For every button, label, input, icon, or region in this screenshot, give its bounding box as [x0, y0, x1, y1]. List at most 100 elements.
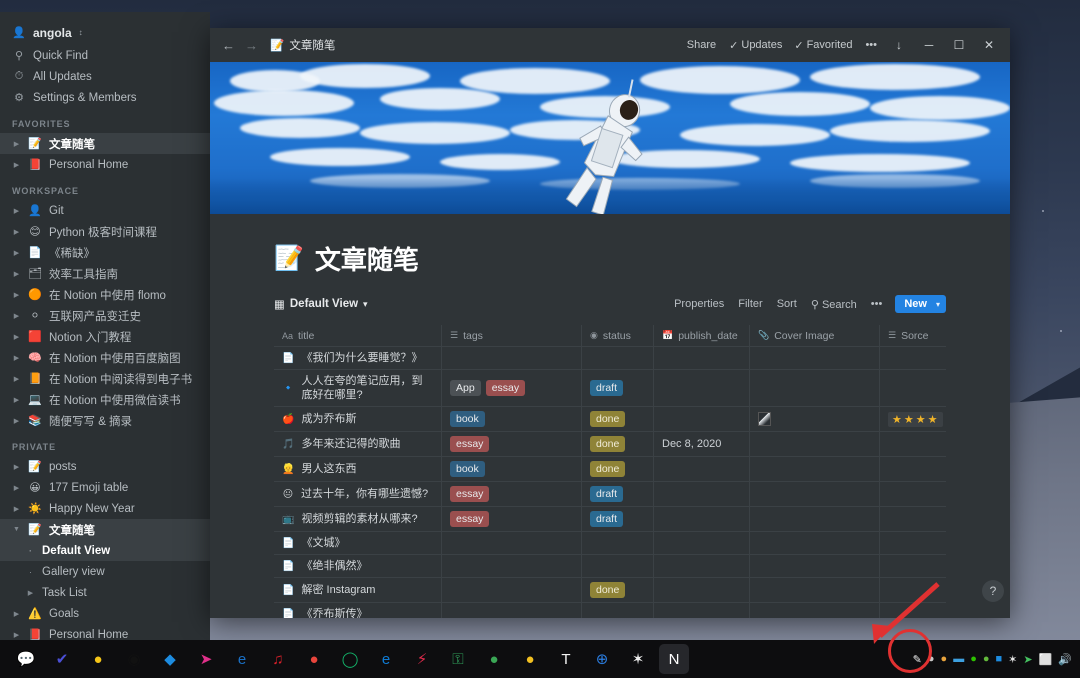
cell-tags[interactable]: book: [442, 407, 582, 431]
cell-sorce[interactable]: [880, 507, 1010, 531]
sidebar-item-private-7[interactable]: ▶ ⚠️ Goals: [0, 603, 210, 624]
table-row[interactable]: 📺 视频剪辑的素材从哪来? essay draft: [274, 507, 946, 532]
chevron-right-icon[interactable]: ▶: [12, 396, 21, 404]
tab-default-view[interactable]: ▦ Default View ▾: [274, 297, 368, 311]
column-header-cover-image[interactable]: 📎 Cover Image: [750, 325, 880, 346]
globe-icon[interactable]: ⊕: [587, 644, 617, 674]
table-row[interactable]: 📄 《乔布斯传》: [274, 603, 946, 618]
properties-button[interactable]: Properties: [667, 298, 731, 310]
cell-publish-date[interactable]: [654, 407, 750, 431]
sidebar-item-workspace-7[interactable]: ▶ 🧠 在 Notion 中使用百度脑图: [0, 347, 210, 368]
tray-blue-icon[interactable]: ■: [996, 653, 1003, 665]
cell-tags[interactable]: essay: [442, 432, 582, 456]
cell-status[interactable]: done: [582, 407, 654, 431]
table-row[interactable]: 😐 过去十年，你有哪些遗憾? essay draft: [274, 482, 946, 507]
cell-status[interactable]: [582, 555, 654, 577]
netease-music-icon[interactable]: ♫: [263, 644, 293, 674]
arrow-right-icon[interactable]: →: [245, 38, 258, 53]
cell-sorce[interactable]: [880, 347, 1010, 369]
column-header-status[interactable]: ◉ status: [582, 325, 654, 346]
chevron-right-icon[interactable]: ▶: [12, 291, 21, 299]
cell-sorce[interactable]: ★★★★: [880, 407, 1010, 431]
sidebar-item-private-2[interactable]: ▶ ☀️ Happy New Year: [0, 498, 210, 519]
table-row[interactable]: 🎵 多年来还记得的歌曲 essay done Dec 8, 2020: [274, 432, 946, 457]
cell-title[interactable]: 🍎 成为乔布斯: [274, 407, 442, 431]
cell-title[interactable]: 📺 视频剪辑的素材从哪来?: [274, 507, 442, 531]
tray-wechat-icon[interactable]: ●: [970, 653, 977, 665]
share-button[interactable]: Share: [680, 39, 723, 51]
wechat-icon[interactable]: 💬: [11, 644, 41, 674]
cell-publish-date[interactable]: [654, 507, 750, 531]
tray-vlc-icon[interactable]: ✶: [1008, 653, 1017, 666]
snipaste-tray-icon[interactable]: ✎: [913, 653, 922, 666]
cell-cover-image[interactable]: [750, 347, 880, 369]
color-wheel-icon[interactable]: ◉: [119, 644, 149, 674]
cell-sorce[interactable]: [880, 370, 1010, 406]
cell-status[interactable]: done: [582, 578, 654, 602]
cell-tags[interactable]: [442, 603, 582, 618]
cell-cover-image[interactable]: [750, 532, 880, 554]
yellow-moon-icon[interactable]: ●: [515, 644, 545, 674]
sidebar-item-workspace-10[interactable]: ▶ 📚 随便写写 & 摘录: [0, 410, 210, 431]
sidebar-item-private-6[interactable]: ▶ Task List: [0, 582, 210, 603]
cell-publish-date[interactable]: [654, 457, 750, 481]
cell-publish-date[interactable]: [654, 603, 750, 618]
tray-orange-icon[interactable]: ●: [941, 653, 948, 665]
sidebar-item-workspace-8[interactable]: ▶ 📙 在 Notion 中阅读得到电子书: [0, 368, 210, 389]
cell-cover-image[interactable]: [750, 555, 880, 577]
chevron-right-icon[interactable]: ▶: [12, 375, 21, 383]
cell-title[interactable]: 📄 《乔布斯传》: [274, 603, 442, 618]
cell-publish-date[interactable]: [654, 555, 750, 577]
cell-sorce[interactable]: [880, 555, 1010, 577]
favorited-button[interactable]: ✓ Favorited: [788, 39, 858, 52]
cell-status[interactable]: [582, 603, 654, 618]
cell-cover-image[interactable]: [750, 482, 880, 506]
cell-title[interactable]: 🔹 人人在夸的笔记应用，到底好在哪里?: [274, 370, 442, 406]
cell-status[interactable]: [582, 347, 654, 369]
chevron-right-icon[interactable]: ▶: [12, 249, 21, 257]
cell-sorce[interactable]: [880, 482, 1010, 506]
cell-title[interactable]: 📄 《我们为什么要睡觉？》: [274, 347, 442, 369]
chevron-right-icon[interactable]: ▶: [12, 631, 21, 639]
pink-cursor-icon[interactable]: ➤: [191, 644, 221, 674]
cell-title[interactable]: 📄 《绝非偶然》: [274, 555, 442, 577]
cell-status[interactable]: draft: [582, 482, 654, 506]
sidebar-item-workspace-4[interactable]: ▶ 🟠 在 Notion 中使用 flomo: [0, 284, 210, 305]
cell-tags[interactable]: [442, 347, 582, 369]
chevron-right-icon[interactable]: ▶: [12, 354, 21, 362]
table-row[interactable]: 📄 《我们为什么要睡觉？》: [274, 347, 946, 370]
sidebar-item-private-3[interactable]: ▼ 📝 文章随笔: [0, 519, 210, 540]
green-leaf-icon[interactable]: ●: [479, 644, 509, 674]
cell-publish-date[interactable]: [654, 578, 750, 602]
chevron-right-icon[interactable]: ▶: [12, 207, 21, 215]
cell-cover-image[interactable]: [750, 457, 880, 481]
more-options-icon[interactable]: •••: [858, 39, 884, 51]
chevron-right-icon[interactable]: ▶: [12, 312, 21, 320]
cell-tags[interactable]: App essay: [442, 370, 582, 406]
filter-button[interactable]: Filter: [731, 298, 769, 310]
cell-title[interactable]: 📄 《文城》: [274, 532, 442, 554]
blue-bird-icon[interactable]: ◆: [155, 644, 185, 674]
cell-tags[interactable]: [442, 555, 582, 577]
table-row[interactable]: 🔹 人人在夸的笔记应用，到底好在哪里? App essay draft: [274, 370, 946, 407]
arrow-left-icon[interactable]: ←: [222, 38, 235, 53]
sidebar-item-quick-find[interactable]: ⚲ Quick Find: [0, 45, 210, 66]
sidebar-item-private-8[interactable]: ▶ 📕 Personal Home: [0, 624, 210, 641]
sort-button[interactable]: Sort: [770, 298, 804, 310]
cell-cover-image[interactable]: [750, 370, 880, 406]
chevron-right-icon[interactable]: ▶: [12, 463, 21, 471]
workspace-switcher[interactable]: 👤 angola ↕: [0, 20, 210, 45]
search-button[interactable]: ⚲ Search: [804, 298, 864, 311]
cell-sorce[interactable]: [880, 532, 1010, 554]
tray-monitor-icon[interactable]: ▬: [953, 653, 964, 665]
table-row[interactable]: 📄 解密 Instagram done: [274, 578, 946, 603]
table-row[interactable]: 🍎 成为乔布斯 book done ★★★★: [274, 407, 946, 432]
new-row-button[interactable]: New ▾: [895, 295, 946, 313]
chrome-icon[interactable]: ●: [299, 644, 329, 674]
chevron-right-icon[interactable]: ▶: [12, 270, 21, 278]
cell-cover-image[interactable]: [750, 507, 880, 531]
cell-status[interactable]: draft: [582, 507, 654, 531]
cell-cover-image[interactable]: [750, 578, 880, 602]
colorful-app-icon[interactable]: ●: [83, 644, 113, 674]
loading-ring-icon[interactable]: ◯: [335, 644, 365, 674]
